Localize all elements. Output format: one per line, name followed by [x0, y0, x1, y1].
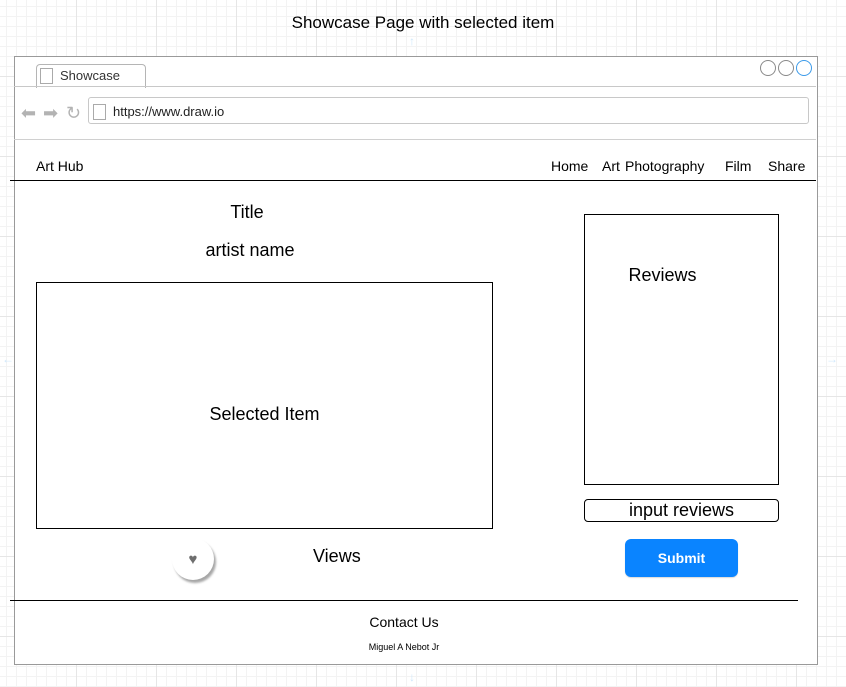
- tab-label: Showcase: [60, 68, 120, 83]
- guide-arrow-left-icon: ←: [2, 352, 14, 366]
- reviews-title: Reviews: [628, 265, 697, 285]
- url-text[interactable]: https://www.draw.io: [113, 104, 224, 119]
- window-minimize-icon[interactable]: [760, 60, 776, 76]
- window-close-icon[interactable]: [796, 60, 812, 76]
- views-label: Views: [313, 546, 361, 566]
- header-divider: [10, 180, 816, 181]
- item-title: Title: [230, 202, 264, 222]
- page-title: Showcase Page with selected item: [291, 13, 555, 32]
- nav-home[interactable]: Home: [551, 158, 588, 174]
- review-input[interactable]: [584, 499, 779, 522]
- submit-button[interactable]: Submit: [625, 539, 738, 577]
- selected-item-label: Selected Item: [209, 404, 320, 424]
- like-button[interactable]: ♥: [172, 538, 214, 580]
- nav-photography[interactable]: Photography: [625, 158, 704, 174]
- guide-arrow-up-icon: ↑: [409, 34, 415, 48]
- heart-icon: ♥: [188, 550, 198, 568]
- nav-share[interactable]: Share: [768, 158, 805, 174]
- nav-film[interactable]: Film: [725, 158, 751, 174]
- window-maximize-icon[interactable]: [778, 60, 794, 76]
- guide-arrow-down-icon: ↓: [409, 670, 415, 684]
- refresh-icon[interactable]: ↻: [66, 104, 81, 122]
- back-arrow-icon[interactable]: ⬅: [21, 104, 36, 122]
- toolbar-divider: [14, 139, 816, 140]
- site-brand[interactable]: Art Hub: [36, 158, 83, 174]
- page-icon: [40, 68, 53, 84]
- tab-divider: [14, 86, 816, 87]
- artist-name: artist name: [205, 240, 295, 260]
- footer-divider: [10, 600, 798, 601]
- forward-arrow-icon[interactable]: ➡: [43, 104, 58, 122]
- credit-text: Miguel A Nebot Jr: [368, 642, 440, 652]
- reviews-panel: [584, 214, 779, 485]
- guide-arrow-right-icon: →: [826, 352, 838, 366]
- contact-link[interactable]: Contact Us: [300, 614, 508, 630]
- nav-art[interactable]: Art: [602, 158, 620, 174]
- page-icon: [93, 104, 106, 120]
